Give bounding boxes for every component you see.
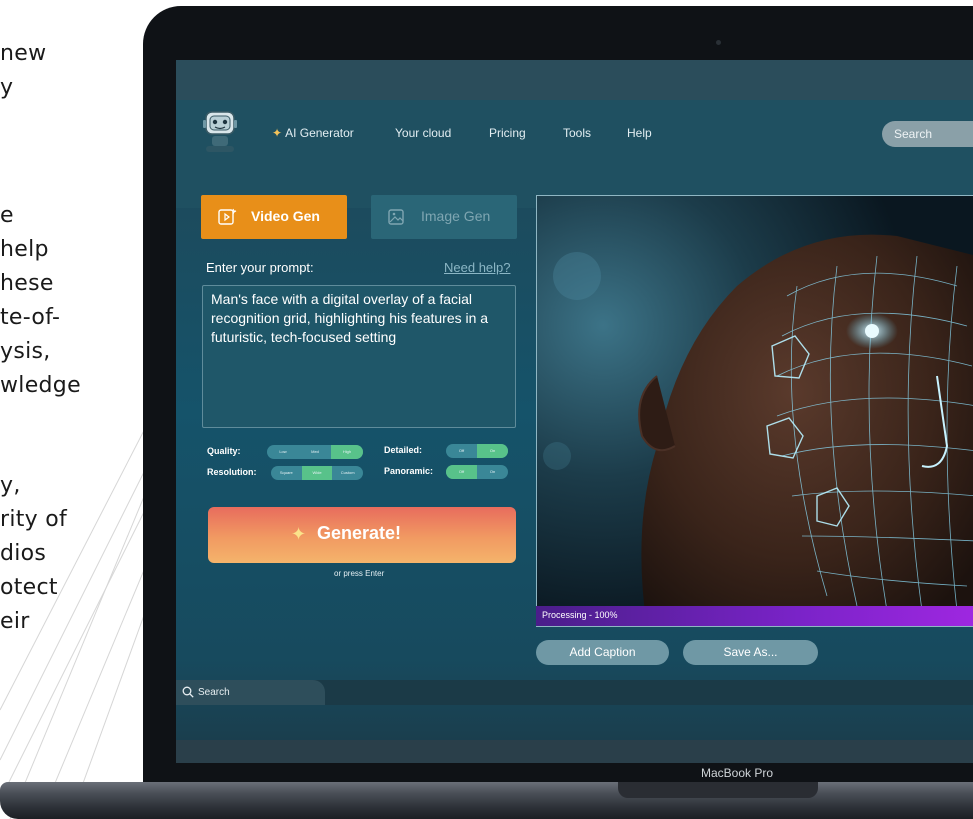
resolution-option-selected[interactable]: Wide [301,466,333,480]
robot-logo-icon[interactable] [202,108,238,154]
detailed-option-selected[interactable]: On [477,444,508,458]
quality-option[interactable]: Med [299,445,331,459]
laptop-hinge-notch [618,782,818,798]
panoramic-toggle[interactable]: Off On [446,465,508,479]
tab-video-label: Video Gen [251,208,320,224]
article-line: y [0,75,14,100]
laptop-model-label: MacBook Pro [700,766,774,780]
quality-label: Quality: [207,446,241,456]
nav-help[interactable]: Help [627,126,652,140]
sparkle-icon: ✦ [272,126,283,140]
resolution-option[interactable]: Custom [332,466,363,480]
article-line: ysis, [0,339,51,364]
laptop-base [0,782,973,819]
save-as-button[interactable]: Save As... [683,640,818,665]
prompt-textarea[interactable]: Man's face with a digital overlay of a f… [202,285,516,428]
processing-status: Processing - 100% [542,610,618,620]
detailed-toggle[interactable]: Off On [446,444,508,458]
article-line: e [0,203,14,228]
detailed-label: Detailed: [384,445,423,455]
top-bar [176,60,973,100]
resolution-label: Resolution: [207,467,257,477]
processing-progress-bar: Processing - 100% [536,606,973,626]
panoramic-option[interactable]: On [477,465,508,479]
image-icon [388,209,404,225]
generate-hint: or press Enter [334,569,385,578]
nav-your-cloud[interactable]: Your cloud [395,126,451,140]
resolution-option[interactable]: Square [271,466,302,480]
app-screen: ✦ AI Generator Your cloud Pricing Tools H… [176,60,973,763]
article-line: hese [0,271,54,296]
article-line: help [0,237,49,262]
bottom-search-field[interactable]: Search [176,680,325,705]
video-icon [218,208,237,225]
face-scan-image [537,196,973,626]
need-help-link[interactable]: Need help? [444,260,511,275]
nav-tools[interactable]: Tools [563,126,591,140]
panoramic-option-selected[interactable]: Off [446,465,477,479]
quality-toggle[interactable]: Low Med High [267,445,363,459]
tab-image-label: Image Gen [421,208,491,224]
generate-button[interactable]: ✦ Generate! [208,507,516,563]
prompt-label: Enter your prompt: [206,260,314,275]
quality-option[interactable]: Low [267,445,299,459]
article-line: te-of- [0,305,61,330]
generated-image-preview [536,195,973,627]
detailed-option[interactable]: Off [446,444,477,458]
tab-video-gen[interactable]: Video Gen [201,195,347,239]
add-caption-button[interactable]: Add Caption [536,640,669,665]
sparkle-icon: ✦ [291,524,307,544]
quality-option-selected[interactable]: High [331,445,363,459]
search-input[interactable]: Search [882,121,973,147]
article-line: new [0,41,47,66]
nav-bar [176,100,973,208]
bottom-search-label: Search [198,687,230,698]
panoramic-label: Panoramic: [384,466,434,476]
tab-image-gen[interactable]: Image Gen [371,195,517,239]
camera-icon [716,40,721,45]
resolution-toggle[interactable]: Square Wide Custom [271,466,363,480]
generate-label: Generate! [317,523,402,543]
bottom-strip [176,740,973,763]
search-icon [182,686,194,698]
nav-ai-generator[interactable]: ✦ AI Generator [272,126,354,140]
nav-pricing[interactable]: Pricing [489,126,526,140]
